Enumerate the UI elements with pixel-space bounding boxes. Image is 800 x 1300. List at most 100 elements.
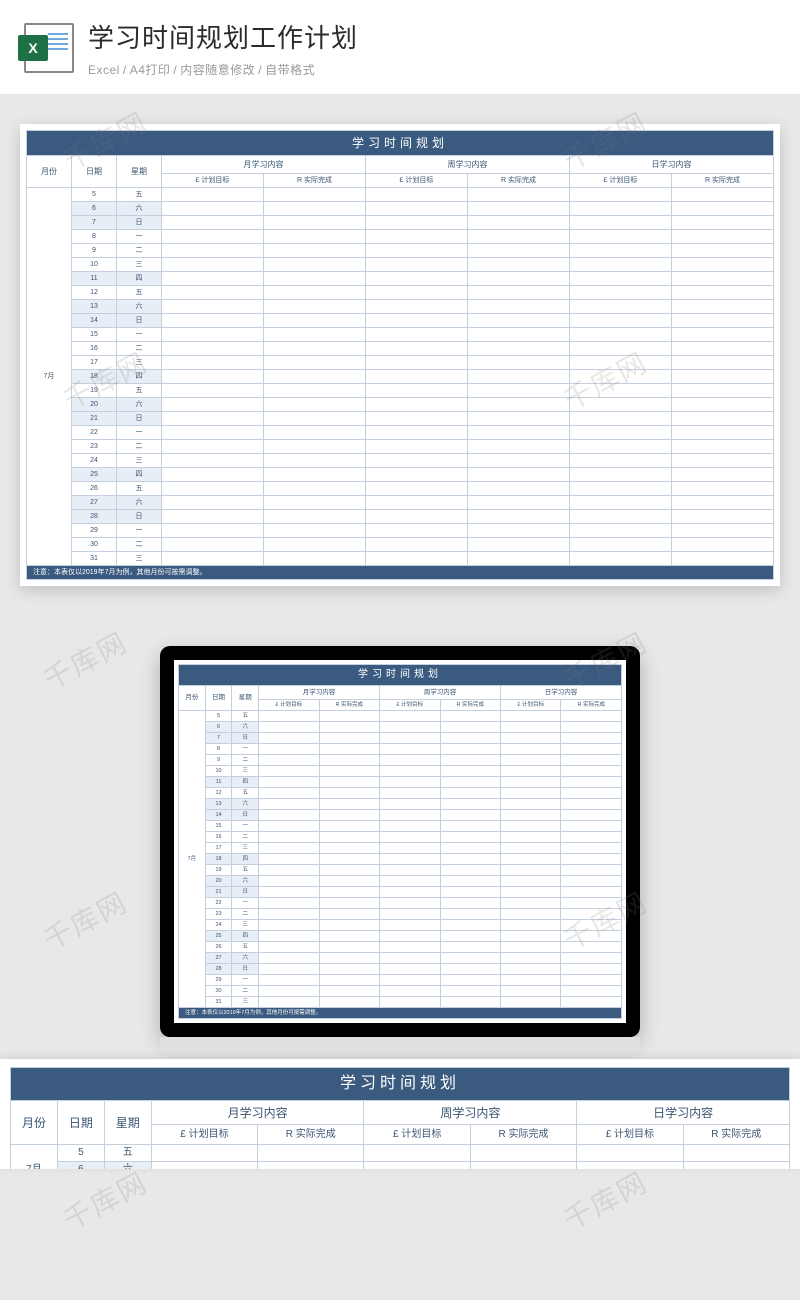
cell-empty [319,799,379,810]
cell-empty [569,202,671,216]
cell-date: 23 [71,440,116,454]
col-month: 月份 [27,156,72,188]
cell-empty [380,887,440,898]
cell-weekday: 三 [232,843,259,854]
cell-empty [561,909,622,920]
cell-weekday: 二 [232,986,259,997]
cell-weekday: 一 [116,426,161,440]
cell-empty [151,1145,257,1162]
cell-empty [440,799,500,810]
cell-date: 31 [71,552,116,566]
cell-date: 19 [71,384,116,398]
cell-empty [259,997,319,1008]
cell-empty [440,898,500,909]
col-actual: R 实际完成 [683,1125,789,1145]
table-row: 21 日 [27,412,774,426]
cell-empty [501,744,561,755]
cell-empty [263,454,365,468]
cell-empty [440,865,500,876]
cell-empty [671,300,773,314]
cell-empty [380,931,440,942]
sheet-title: 学习时间规划 [27,131,774,156]
cell-empty [365,552,467,566]
excel-file-icon: X [24,23,74,73]
cell-empty [319,744,379,755]
cell-date: 6 [71,202,116,216]
cell-date: 11 [71,272,116,286]
cell-empty [161,538,263,552]
cell-empty [501,821,561,832]
cell-empty [161,314,263,328]
cell-empty [569,370,671,384]
spreadsheet-preview-large: 学习时间规划 月份 日期 星期 月学习内容 周学习内容 日学习内容 £ 计划目标… [20,124,780,586]
cell-empty [440,931,500,942]
cell-empty [561,997,622,1008]
cell-empty [671,440,773,454]
cell-empty [671,314,773,328]
cell-empty [258,1145,364,1162]
cell-weekday: 三 [116,258,161,272]
table-row: 30 二 [27,538,774,552]
cell-weekday: 五 [104,1145,151,1162]
cell-empty [263,188,365,202]
cell-weekday: 五 [116,384,161,398]
cell-empty [161,258,263,272]
cell-empty [365,202,467,216]
cell-empty [319,755,379,766]
cell-empty [263,272,365,286]
cell-date: 27 [205,953,232,964]
table-row: 14 日 [27,314,774,328]
cell-date: 16 [71,342,116,356]
cell-empty [440,821,500,832]
cell-empty [501,920,561,931]
col-plan: £ 计划目标 [577,1125,683,1145]
cell-weekday: 四 [232,931,259,942]
cell-weekday: 六 [232,876,259,887]
cell-empty [161,342,263,356]
cell-empty [561,744,622,755]
cell-weekday: 五 [232,942,259,953]
table-row: 25 四 [27,468,774,482]
cell-empty [319,711,379,722]
cell-empty [467,552,569,566]
cell-empty [671,538,773,552]
cell-empty [467,440,569,454]
cell-weekday: 一 [116,230,161,244]
table-row: 23 二 [27,440,774,454]
cell-empty [467,202,569,216]
cell-date: 21 [71,412,116,426]
cell-empty [380,942,440,953]
cell-empty [671,454,773,468]
cell-date: 14 [71,314,116,328]
cell-weekday: 五 [116,188,161,202]
cell-empty [569,230,671,244]
cell-empty [569,482,671,496]
cell-date: 19 [205,865,232,876]
cell-date: 12 [71,286,116,300]
cell-empty [259,887,319,898]
table-row: 6 六 [179,722,622,733]
cell-weekday: 五 [116,286,161,300]
cell-date: 15 [71,328,116,342]
cell-empty [365,426,467,440]
cell-empty [380,733,440,744]
cell-weekday: 六 [116,398,161,412]
cell-date: 28 [71,510,116,524]
cell-empty [501,964,561,975]
table-row: 6 六 [27,202,774,216]
study-plan-table: 学习时间规划 月份 日期 星期 月学习内容 周学习内容 日学习内容 £ 计划目标… [26,130,774,580]
cell-weekday: 四 [116,370,161,384]
cell-empty [440,953,500,964]
cell-empty [365,328,467,342]
cell-empty [365,286,467,300]
cell-empty [467,482,569,496]
cell-empty [561,964,622,975]
cell-date: 18 [205,854,232,865]
cell-empty [263,510,365,524]
cell-empty [561,832,622,843]
cell-empty [380,997,440,1008]
col-group-day: 日学习内容 [569,156,773,174]
cell-empty [263,230,365,244]
col-actual: R 实际完成 [263,174,365,188]
cell-weekday: 二 [232,832,259,843]
